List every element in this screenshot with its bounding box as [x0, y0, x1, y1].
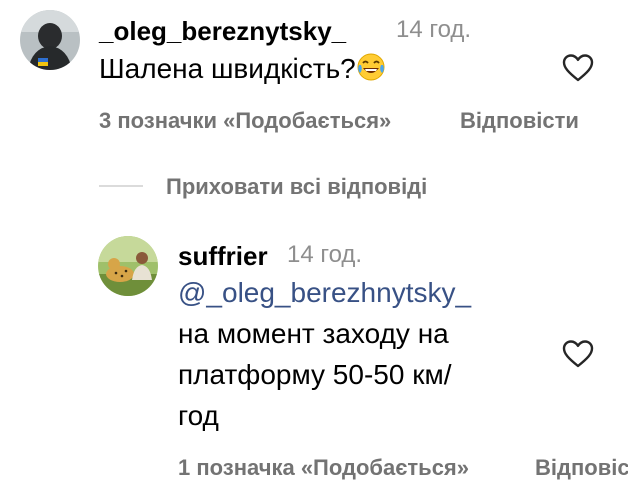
comment-text-line: год	[178, 400, 219, 431]
comment-text: Шалена швидкість?	[99, 48, 386, 89]
avatar-photo-image	[98, 236, 158, 296]
comment-timestamp[interactable]: 14 год.	[287, 241, 362, 269]
comment-text-content: Шалена швидкість?	[99, 53, 356, 84]
comment-text-line: платформу 50-50 км/	[178, 359, 452, 390]
like-button[interactable]	[562, 339, 594, 369]
mention-link[interactable]: @_oleg_berezhnytsky_	[178, 272, 548, 313]
reply-button[interactable]: Відповісти	[535, 455, 628, 481]
divider-line	[99, 185, 143, 187]
comment-username[interactable]: _oleg_bereznytsky_	[99, 16, 346, 47]
like-count[interactable]: 1 позначка «Подобається»	[178, 455, 469, 481]
heart-outline-icon	[562, 54, 594, 82]
comment-username[interactable]: suffrier	[178, 241, 268, 272]
like-button[interactable]	[562, 53, 594, 83]
reply-button[interactable]: Відповісти	[460, 108, 579, 134]
laughing-emoji-icon	[356, 52, 386, 82]
comment-text-line: на момент заходу на	[178, 318, 449, 349]
heart-outline-icon	[562, 340, 594, 368]
avatar[interactable]	[20, 10, 80, 70]
avatar[interactable]	[98, 236, 158, 296]
like-count[interactable]: 3 позначки «Подобається»	[99, 108, 391, 134]
hide-replies-button[interactable]: Приховати всі відповіді	[166, 174, 427, 200]
avatar-photo-image	[20, 10, 80, 70]
comment-timestamp[interactable]: 14 год.	[396, 16, 471, 44]
comment-text: @_oleg_berezhnytsky_ на момент заходу на…	[178, 272, 548, 436]
